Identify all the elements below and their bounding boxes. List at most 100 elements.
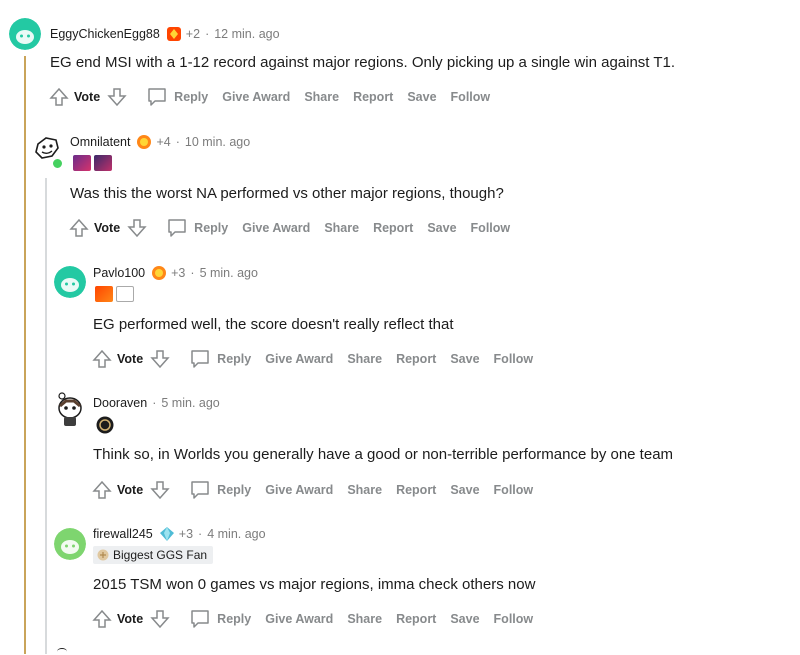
award-icon bbox=[137, 135, 152, 149]
reply-button[interactable]: Reply bbox=[189, 479, 251, 501]
timestamp[interactable]: 5 min. ago bbox=[161, 396, 219, 410]
comment-body: EG end MSI with a 1-12 record against ma… bbox=[50, 54, 676, 71]
separator: · bbox=[190, 266, 195, 280]
comment-body: EG performed well, the score doesn't rea… bbox=[93, 316, 454, 333]
reply-label: Reply bbox=[217, 483, 252, 497]
snoo-avatar-icon bbox=[54, 266, 86, 298]
diamond-award-icon bbox=[159, 527, 174, 541]
speech-bubble-icon bbox=[191, 481, 209, 499]
online-status-dot bbox=[51, 157, 64, 170]
share-button[interactable]: Share bbox=[347, 352, 382, 366]
karma-count: +3 bbox=[178, 527, 194, 541]
custom-avatar-icon bbox=[58, 392, 82, 426]
avatar[interactable] bbox=[54, 528, 86, 560]
give-award-button[interactable]: Give Award bbox=[265, 352, 333, 366]
reply-label: Reply bbox=[217, 352, 252, 366]
reply-button[interactable]: Reply bbox=[189, 608, 251, 630]
comment-header: EggyChickenEgg88 +2 · 12 min. ago bbox=[50, 26, 280, 42]
award-icon bbox=[152, 266, 167, 280]
follow-button[interactable]: Follow bbox=[494, 612, 534, 626]
vote-count: Vote bbox=[94, 221, 121, 235]
upvote-arrow-icon[interactable] bbox=[48, 86, 70, 108]
upvote-arrow-icon[interactable] bbox=[91, 479, 113, 501]
comment-body: 2015 TSM won 0 games vs major regions, i… bbox=[93, 576, 536, 593]
downvote-arrow-icon[interactable] bbox=[149, 348, 171, 370]
report-button[interactable]: Report bbox=[396, 483, 436, 497]
comment-actions: Vote Reply Give Award Share Report Save … bbox=[91, 479, 533, 501]
timestamp[interactable]: 10 min. ago bbox=[185, 135, 250, 149]
follow-button[interactable]: Follow bbox=[451, 90, 491, 104]
author-name[interactable]: Dooraven bbox=[93, 396, 147, 410]
separator: · bbox=[175, 135, 180, 149]
timestamp[interactable]: 12 min. ago bbox=[214, 27, 279, 41]
downvote-arrow-icon[interactable] bbox=[106, 86, 128, 108]
report-button[interactable]: Report bbox=[396, 612, 436, 626]
give-award-button[interactable]: Give Award bbox=[222, 90, 290, 104]
save-button[interactable]: Save bbox=[450, 483, 479, 497]
vote-count: Vote bbox=[74, 90, 101, 104]
author-name[interactable]: EggyChickenEgg88 bbox=[50, 27, 160, 41]
speech-bubble-icon bbox=[168, 219, 186, 237]
comment-header: Pavlo100 +3 · 5 min. ago bbox=[93, 265, 258, 281]
author-name[interactable]: Omnilatent bbox=[70, 135, 130, 149]
user-flair bbox=[73, 155, 112, 171]
award-icon bbox=[166, 27, 181, 41]
speech-bubble-icon bbox=[191, 610, 209, 628]
save-button[interactable]: Save bbox=[450, 352, 479, 366]
karma-count: +4 bbox=[156, 135, 171, 149]
avatar[interactable] bbox=[9, 18, 41, 50]
avatar[interactable] bbox=[54, 266, 86, 298]
downvote-arrow-icon[interactable] bbox=[149, 479, 171, 501]
comment-header: Omnilatent +4 · 10 min. ago bbox=[70, 134, 250, 150]
thread-line-root[interactable] bbox=[24, 56, 26, 654]
follow-button[interactable]: Follow bbox=[494, 352, 534, 366]
give-award-button[interactable]: Give Award bbox=[265, 612, 333, 626]
comment-header: firewall245 +3 · 4 min. ago bbox=[93, 526, 266, 542]
share-button[interactable]: Share bbox=[324, 221, 359, 235]
comment-body: Was this the worst NA performed vs other… bbox=[70, 185, 504, 202]
author-name[interactable]: Pavlo100 bbox=[93, 266, 145, 280]
snoo-avatar-icon bbox=[9, 18, 41, 50]
separator: · bbox=[198, 527, 203, 541]
avatar[interactable] bbox=[54, 392, 86, 426]
vote-count: Vote bbox=[117, 483, 144, 497]
upvote-arrow-icon[interactable] bbox=[68, 217, 90, 239]
reply-button[interactable]: Reply bbox=[166, 217, 228, 239]
downvote-arrow-icon[interactable] bbox=[126, 217, 148, 239]
timestamp[interactable]: 5 min. ago bbox=[200, 266, 258, 280]
downvote-arrow-icon[interactable] bbox=[149, 608, 171, 630]
follow-button[interactable]: Follow bbox=[471, 221, 511, 235]
snoo-avatar-icon bbox=[54, 528, 86, 560]
champion-flair-icon bbox=[73, 155, 91, 171]
comment-actions: Vote Reply Give Award Share Report Save … bbox=[91, 608, 533, 630]
reply-button[interactable]: Reply bbox=[146, 86, 208, 108]
save-button[interactable]: Save bbox=[427, 221, 456, 235]
speech-bubble-icon bbox=[148, 88, 166, 106]
comment-actions: Vote Reply Give Award Share Report Save … bbox=[48, 86, 490, 108]
team-logo-flair-icon bbox=[116, 286, 134, 302]
report-button[interactable]: Report bbox=[373, 221, 413, 235]
give-award-button[interactable]: Give Award bbox=[265, 483, 333, 497]
comment-actions: Vote Reply Give Award Share Report Save … bbox=[68, 217, 510, 239]
give-award-button[interactable]: Give Award bbox=[242, 221, 310, 235]
upvote-arrow-icon[interactable] bbox=[91, 348, 113, 370]
follow-button[interactable]: Follow bbox=[494, 483, 534, 497]
upvote-arrow-icon[interactable] bbox=[91, 608, 113, 630]
thread-line-level2[interactable] bbox=[45, 178, 47, 654]
comment-header: Dooraven · 5 min. ago bbox=[93, 396, 220, 410]
report-button[interactable]: Report bbox=[396, 352, 436, 366]
reply-button[interactable]: Reply bbox=[189, 348, 251, 370]
user-flair: Biggest GGS Fan bbox=[93, 546, 214, 564]
flair-label: Biggest GGS Fan bbox=[113, 548, 208, 562]
vote-count: Vote bbox=[117, 352, 144, 366]
save-button[interactable]: Save bbox=[450, 612, 479, 626]
share-button[interactable]: Share bbox=[347, 612, 382, 626]
reply-label: Reply bbox=[194, 221, 229, 235]
share-button[interactable]: Share bbox=[347, 483, 382, 497]
timestamp[interactable]: 4 min. ago bbox=[207, 527, 265, 541]
user-flair bbox=[95, 286, 134, 302]
save-button[interactable]: Save bbox=[407, 90, 436, 104]
author-name[interactable]: firewall245 bbox=[93, 527, 153, 541]
report-button[interactable]: Report bbox=[353, 90, 393, 104]
share-button[interactable]: Share bbox=[304, 90, 339, 104]
